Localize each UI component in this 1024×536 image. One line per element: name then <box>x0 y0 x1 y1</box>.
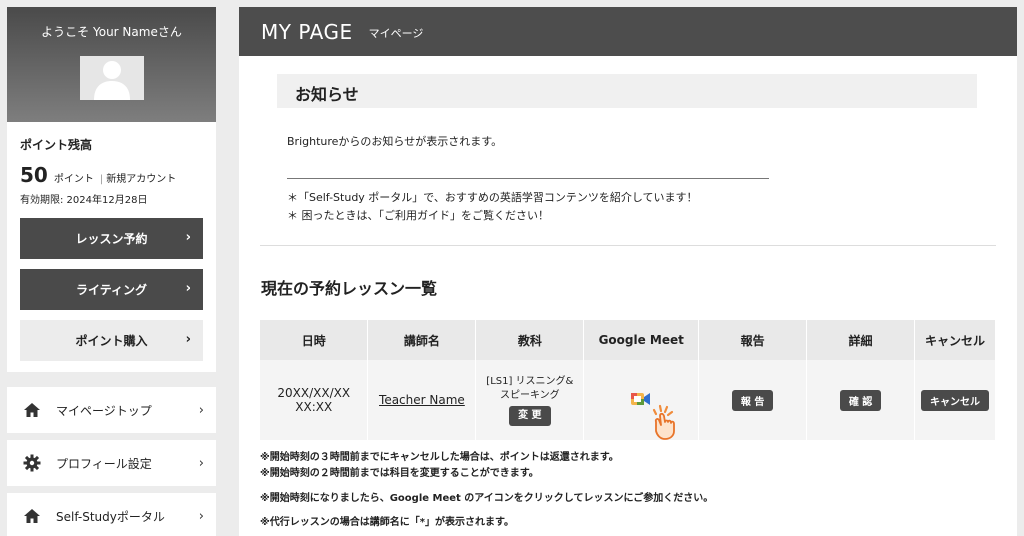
nav-item-mypage-top[interactable]: マイページトップ › <box>7 387 216 433</box>
nav-label: Self-Studyポータル <box>56 509 165 524</box>
column-header-report: 報告 <box>698 320 808 360</box>
lesson-datetime: 20XX/XX/XX XX:XX <box>260 360 369 440</box>
lesson-time: XX:XX <box>295 400 333 414</box>
chevron-right-icon: › <box>198 455 204 471</box>
home-icon <box>22 506 42 526</box>
lessons-title: 現在の予約レッスン一覧 <box>261 279 438 298</box>
chevron-right-icon: › <box>198 402 204 418</box>
notice-heading: お知らせ <box>277 74 977 108</box>
google-meet-cell <box>583 360 700 440</box>
rule-note: ※開始時刻の３時間前までにキャンセルした場合は、ポイントは返還されます。 <box>260 452 619 463</box>
main-content: MY PAGE マイページ お知らせ Brightureからのお知らせが表示され… <box>239 7 1017 536</box>
page-header: MY PAGE マイページ <box>239 7 1017 56</box>
lesson-booking-button[interactable]: レッスン予約 › <box>20 218 203 259</box>
avatar <box>79 56 144 100</box>
cancel-lesson-button[interactable]: キャンセル <box>921 389 989 411</box>
point-purchase-button[interactable]: ポイント購入 › <box>20 320 203 361</box>
lesson-date: 20XX/XX/XX <box>277 386 351 400</box>
page-title: MY PAGE <box>261 19 353 44</box>
points-separator: | <box>99 174 104 185</box>
report-button[interactable]: 報 告 <box>731 389 774 411</box>
home-icon <box>22 400 42 420</box>
pointing-hand-icon <box>644 402 684 445</box>
writing-button[interactable]: ライティング › <box>20 269 203 310</box>
rule-note: ※代行レッスンの場合は講師名に「*」が表示されます。 <box>260 517 514 528</box>
table-row: 20XX/XX/XX XX:XX Teacher Name [LS1] リスニン… <box>260 360 996 440</box>
column-header-date: 日時 <box>260 320 369 360</box>
change-subject-button[interactable]: 変 更 <box>509 405 551 426</box>
lessons-table: 日時 講師名 教科 Google Meet 報告 詳細 キャンセル 20XX/X… <box>260 320 996 440</box>
nav-item-self-study-portal[interactable]: Self-Studyポータル › <box>7 493 216 536</box>
account-type: 新規アカウント <box>106 174 177 185</box>
lesson-subject: [LS1] リスニング& スピーキング 変 更 <box>475 360 585 440</box>
rule-note: ※開始時刻の２時間前までは科目を変更することができます。 <box>260 468 539 479</box>
subject-line: スピーキング <box>499 389 560 401</box>
points-unit: ポイント <box>53 174 94 185</box>
points-expiry: 有効期限: 2024年12月28日 <box>20 195 148 206</box>
profile-header: ようこそ Your Nameさん <box>7 7 216 122</box>
nav-item-profile-settings[interactable]: プロフィール設定 › <box>7 440 216 486</box>
notice-text: Brightureからのお知らせが表示されます。 <box>287 135 503 148</box>
notice-note: ＊ 困ったときは、「ご利用ガイド」をご覧ください！ <box>287 209 549 222</box>
points-title: ポイント残高 <box>20 138 93 152</box>
section-divider <box>260 245 996 246</box>
rule-note: ※開始時刻になりましたら、Google Meet のアイコンをクリックしてレッス… <box>260 493 714 504</box>
lesson-booking-label: レッスン予約 <box>75 232 148 246</box>
point-purchase-label: ポイント購入 <box>75 334 148 348</box>
user-placeholder-icon <box>93 61 130 100</box>
chevron-right-icon: › <box>198 508 204 524</box>
points-value: 50 <box>20 163 48 187</box>
chevron-right-icon: › <box>185 230 191 245</box>
detail-confirm-button[interactable]: 確 認 <box>839 389 882 411</box>
writing-label: ライティング <box>75 283 148 297</box>
column-header-detail: 詳細 <box>806 320 916 360</box>
notice-divider <box>287 178 769 179</box>
chevron-right-icon: › <box>185 332 191 347</box>
points-box: ポイント残高 50 ポイント | 新規アカウント 有効期限: 2024年12月2… <box>7 122 216 372</box>
sidebar: ようこそ Your Nameさん ポイント残高 50 ポイント | 新規アカウン… <box>7 7 216 536</box>
column-header-cancel: キャンセル <box>914 320 996 360</box>
nav-label: マイページトップ <box>56 403 152 418</box>
column-header-teacher: 講師名 <box>367 320 477 360</box>
gear-icon <box>22 453 42 473</box>
teacher-name-link[interactable]: Teacher Name <box>379 393 465 407</box>
column-header-google-meet: Google Meet <box>583 320 700 360</box>
welcome-text: ようこそ Your Nameさん <box>41 25 182 39</box>
nav-label: プロフィール設定 <box>56 456 152 471</box>
table-header-row: 日時 講師名 教科 Google Meet 報告 詳細 キャンセル <box>260 320 996 360</box>
subject-line: [LS1] リスニング& <box>486 375 574 387</box>
column-header-subject: 教科 <box>475 320 585 360</box>
page-subtitle: マイページ <box>368 26 424 40</box>
chevron-right-icon: › <box>185 281 191 296</box>
notice-note: ＊「Self-Study ポータル」で、おすすめの英語学習コンテンツを紹介してい… <box>287 191 698 204</box>
